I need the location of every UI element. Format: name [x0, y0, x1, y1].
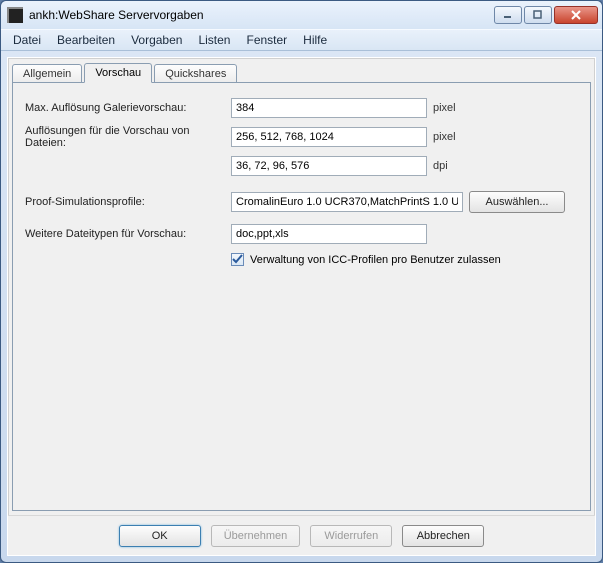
label-icc: Verwaltung von ICC-Profilen pro Benutzer…: [250, 254, 501, 266]
row-file-res-dpi: dpi: [25, 155, 578, 177]
check-icon: [232, 254, 243, 265]
input-proof[interactable]: [231, 192, 463, 212]
dialog-footer: OK Übernehmen Widerrufen Abbrechen: [8, 515, 595, 555]
menu-hilfe[interactable]: Hilfe: [295, 31, 335, 49]
unit-file-res-dpi: dpi: [433, 160, 469, 172]
close-icon: [570, 10, 582, 20]
menu-vorgaben[interactable]: Vorgaben: [123, 31, 190, 49]
maximize-button[interactable]: [524, 6, 552, 24]
label-max-res: Max. Auflösung Galerievorschau:: [25, 102, 231, 114]
row-file-res-px: Auflösungen für die Vorschau von Dateien…: [25, 125, 578, 149]
button-cancel[interactable]: Abbrechen: [402, 525, 484, 547]
menu-listen[interactable]: Listen: [190, 31, 238, 49]
tabs: Allgemein Vorschau Quickshares: [8, 58, 595, 82]
input-file-res-dpi[interactable]: [231, 156, 427, 176]
app-icon: [7, 7, 23, 23]
menu-fenster[interactable]: Fenster: [238, 31, 295, 49]
menubar: Datei Bearbeiten Vorgaben Listen Fenster…: [1, 29, 602, 51]
menu-datei[interactable]: Datei: [5, 31, 49, 49]
checkbox-icc[interactable]: [231, 253, 244, 266]
minimize-button[interactable]: [494, 6, 522, 24]
menu-bearbeiten[interactable]: Bearbeiten: [49, 31, 123, 49]
unit-max-res: pixel: [433, 102, 469, 114]
button-revert[interactable]: Widerrufen: [310, 525, 392, 547]
button-ok[interactable]: OK: [119, 525, 201, 547]
close-button[interactable]: [554, 6, 598, 24]
tab-allgemein[interactable]: Allgemein: [12, 64, 82, 83]
tab-vorschau[interactable]: Vorschau: [84, 63, 152, 83]
unit-file-res-px: pixel: [433, 131, 469, 143]
row-icc-checkbox: Verwaltung von ICC-Profilen pro Benutzer…: [231, 253, 578, 266]
app-window: ankh:WebShare Servervorgaben Datei Bearb…: [0, 0, 603, 563]
window-title: ankh:WebShare Servervorgaben: [29, 8, 494, 22]
minimize-icon: [503, 10, 513, 20]
row-max-res: Max. Auflösung Galerievorschau: pixel: [25, 97, 578, 119]
input-file-res-px[interactable]: [231, 127, 427, 147]
tab-quickshares[interactable]: Quickshares: [154, 64, 237, 83]
label-other-types: Weitere Dateitypen für Vorschau:: [25, 228, 231, 240]
label-file-res: Auflösungen für die Vorschau von Dateien…: [25, 125, 231, 149]
window-controls: [494, 6, 598, 24]
row-proof: Proof-Simulationsprofile: Auswählen...: [25, 191, 578, 213]
label-proof: Proof-Simulationsprofile:: [25, 196, 231, 208]
button-apply[interactable]: Übernehmen: [211, 525, 301, 547]
tab-body-vorschau: Max. Auflösung Galerievorschau: pixel Au…: [12, 82, 591, 511]
client-area: Allgemein Vorschau Quickshares Max. Aufl…: [7, 57, 596, 556]
button-proof-select[interactable]: Auswählen...: [469, 191, 565, 213]
row-other-types: Weitere Dateitypen für Vorschau:: [25, 223, 578, 245]
input-max-res[interactable]: [231, 98, 427, 118]
input-other-types[interactable]: [231, 224, 427, 244]
titlebar[interactable]: ankh:WebShare Servervorgaben: [1, 1, 602, 29]
maximize-icon: [533, 10, 543, 20]
